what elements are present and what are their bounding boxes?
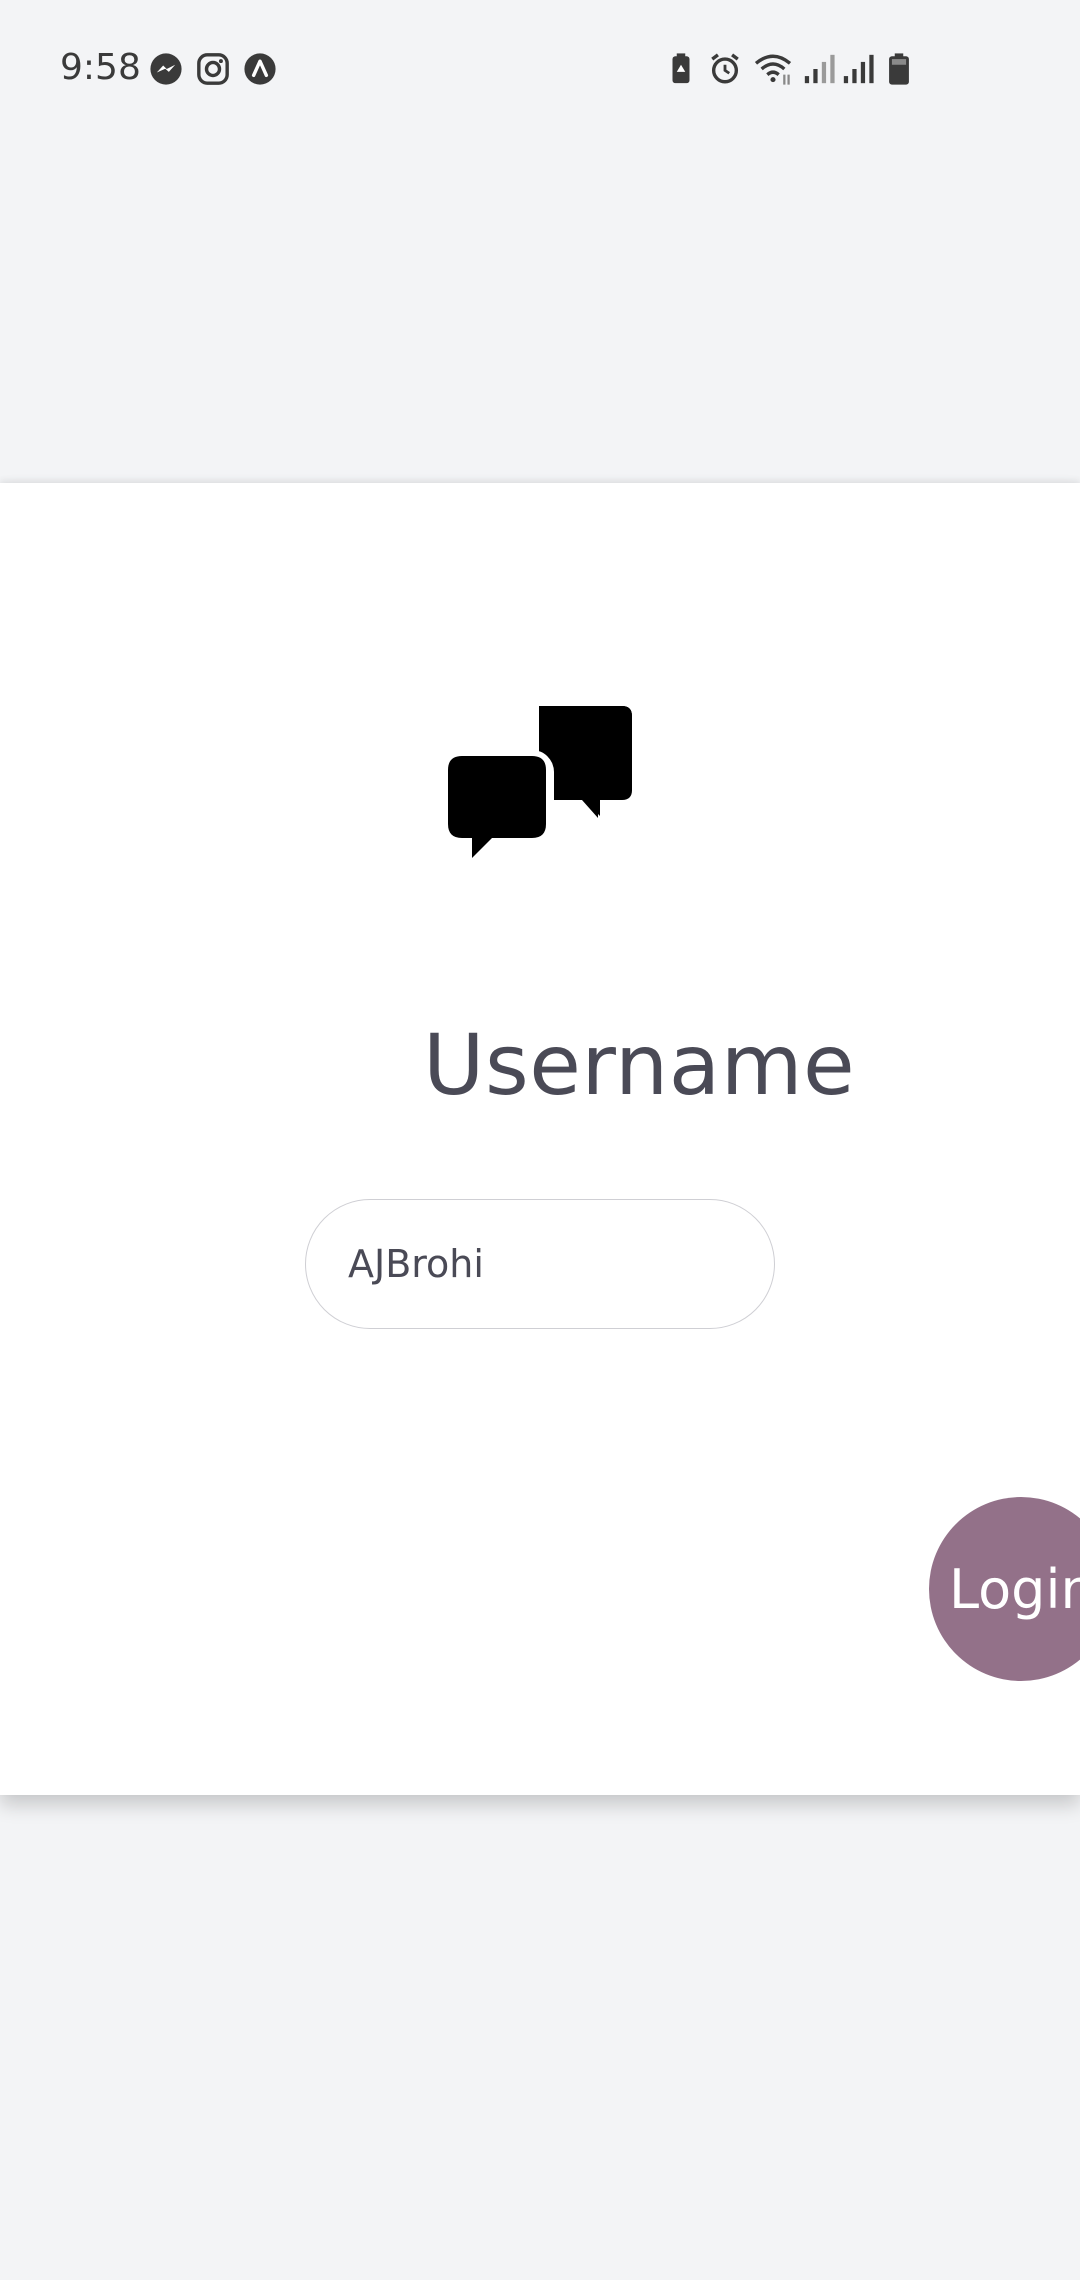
status-time: 9:58 xyxy=(60,47,141,88)
username-input[interactable] xyxy=(305,1199,775,1329)
messenger-icon xyxy=(149,52,183,86)
login-button[interactable]: Login xyxy=(929,1497,1080,1681)
battery-icon xyxy=(882,52,916,86)
username-heading: Username xyxy=(423,1016,856,1114)
chat-bubbles-icon xyxy=(448,706,632,866)
battery-saver-icon xyxy=(664,52,698,86)
alarm-icon xyxy=(708,52,742,86)
wifi-icon xyxy=(753,52,793,86)
status-bar: 9:58 xyxy=(0,0,1080,140)
arc-app-icon xyxy=(243,52,277,86)
signal-icon xyxy=(841,52,875,86)
login-card: Username Login xyxy=(0,483,1080,1795)
signal-icon xyxy=(802,52,836,86)
instagram-icon xyxy=(196,52,230,86)
